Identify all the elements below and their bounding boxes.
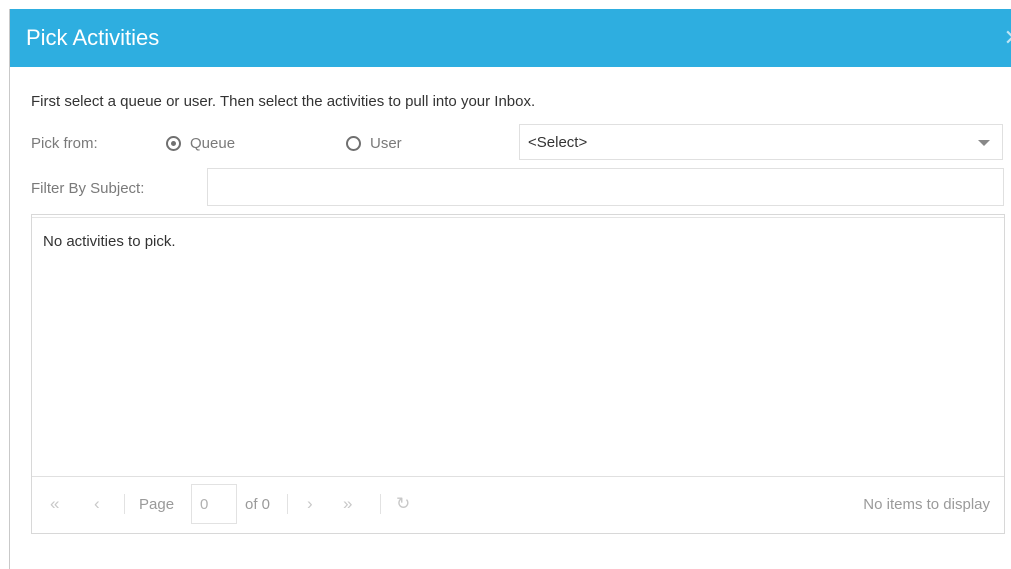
chevron-down-icon xyxy=(978,140,990,146)
queue-user-select[interactable]: <Select> xyxy=(519,124,1003,160)
pager-info: No items to display xyxy=(863,496,990,513)
radio-unchecked-icon xyxy=(346,136,361,151)
refresh-icon[interactable]: ↻ xyxy=(396,494,410,514)
select-value: <Select> xyxy=(528,134,588,151)
activities-grid: No activities to pick. « ‹ Page of 0 › »… xyxy=(31,214,1005,534)
page-number-input[interactable] xyxy=(191,484,237,524)
empty-message: No activities to pick. xyxy=(43,233,176,250)
pager-divider xyxy=(380,494,381,514)
instruction-text: First select a queue or user. Then selec… xyxy=(31,93,536,110)
dialog-titlebar: Pick Activities ✕ xyxy=(10,9,1011,67)
last-page-icon[interactable]: » xyxy=(343,494,352,514)
page-count-label: of 0 xyxy=(245,496,271,513)
pager: « ‹ Page of 0 › » ↻ No items to display xyxy=(32,476,1004,533)
page-label: Page xyxy=(139,496,175,513)
filter-label: Filter By Subject: xyxy=(31,180,145,197)
radio-user[interactable]: User xyxy=(346,135,402,152)
pick-from-label: Pick from: xyxy=(31,135,98,152)
grid-header-line xyxy=(32,217,1004,218)
radio-user-label: User xyxy=(370,135,402,152)
radio-queue[interactable]: Queue xyxy=(166,135,235,152)
radio-checked-icon xyxy=(166,136,181,151)
filter-subject-input[interactable] xyxy=(207,168,1004,206)
prev-page-icon[interactable]: ‹ xyxy=(94,494,100,514)
next-page-icon[interactable]: › xyxy=(307,494,313,514)
pager-divider xyxy=(287,494,288,514)
pager-divider xyxy=(124,494,125,514)
dialog-title: Pick Activities xyxy=(26,25,160,50)
pick-activities-dialog: Pick Activities ✕ First select a queue o… xyxy=(9,9,1011,569)
first-page-icon[interactable]: « xyxy=(50,494,59,514)
radio-queue-label: Queue xyxy=(190,135,236,152)
close-icon[interactable]: ✕ xyxy=(1004,25,1011,51)
